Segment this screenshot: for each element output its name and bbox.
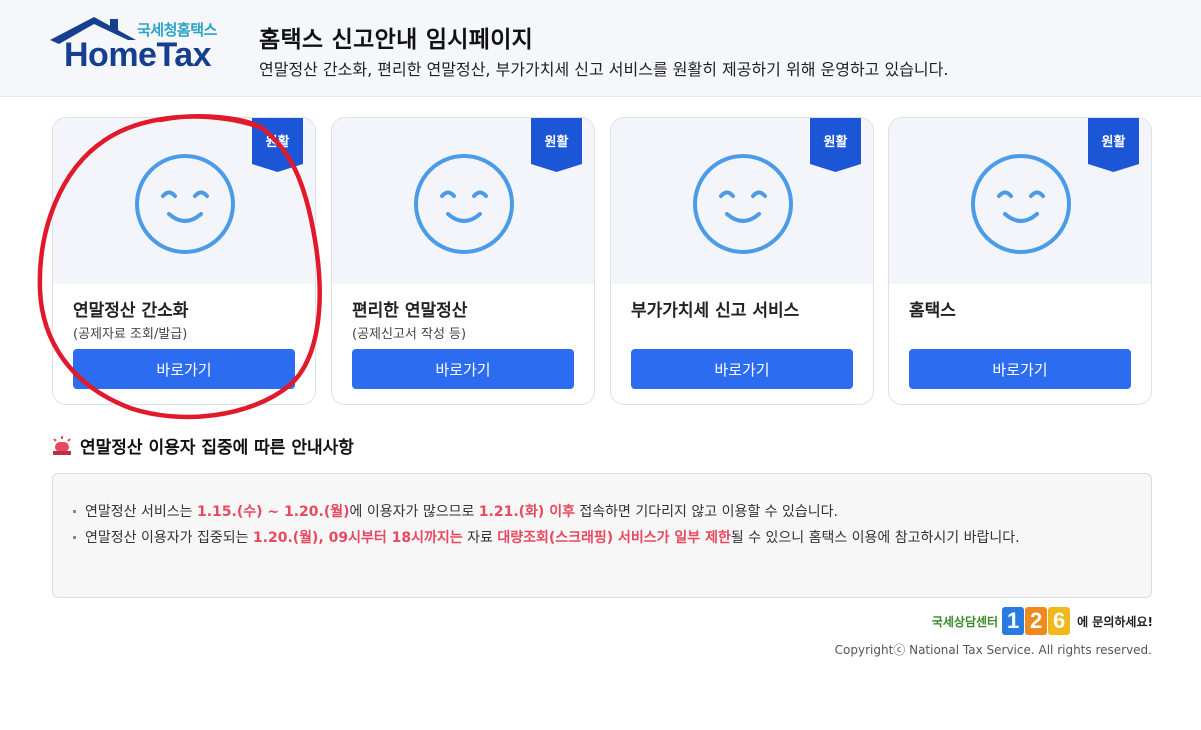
page-title: 홈택스 신고안내 임시페이지 (259, 27, 534, 53)
hometax-logo[interactable]: 국세청홈택스 HomeTax (50, 14, 222, 76)
contact-number: 1 2 6 (1002, 607, 1071, 635)
notice-text: 에 이용자가 많으므로 (349, 504, 479, 520)
smiley-face-icon (971, 154, 1071, 254)
card-subtitle: (공제신고서 작성 등) (352, 327, 467, 342)
notice-text: 될 수 있으니 홈택스 이용에 참고하시기 바랍니다. (730, 530, 1020, 546)
smiley-face-icon (693, 154, 793, 254)
page-description: 연말정산 간소화, 편리한 연말정산, 부가가치세 신고 서비스를 원활히 제공… (259, 60, 949, 79)
card-title: 편리한 연말정산 (352, 301, 468, 321)
status-badge-label: 원활 (823, 135, 848, 150)
page-header: 국세청홈택스 HomeTax 홈택스 신고안내 임시페이지 연말정산 간소화, … (0, 0, 1201, 97)
status-badge: 원활 (252, 118, 303, 172)
service-card-hometax: 원활 홈택스 바로가기 (888, 117, 1152, 405)
copyright: Copyrightⓒ National Tax Service. All rig… (834, 643, 1152, 657)
card-title: 홈택스 (909, 301, 956, 321)
status-badge-label: 원활 (265, 135, 290, 150)
go-button-simplified[interactable]: 바로가기 (73, 349, 295, 389)
siren-icon (53, 435, 71, 455)
status-badge-label: 원활 (544, 135, 569, 150)
contact-label: 국세상담센터 (931, 614, 999, 629)
contact-digit: 6 (1048, 607, 1071, 635)
notice-item: 연말정산 이용자가 집중되는 1.20.(월), 09시부터 18시까지는 자료… (73, 526, 1073, 550)
service-card-vat: 원활 부가가치세 신고 서비스 바로가기 (610, 117, 874, 405)
card-title: 부가가치세 신고 서비스 (631, 301, 800, 321)
notice-item: 연말정산 서비스는 1.15.(수) ~ 1.20.(월)에 이용자가 많으므로… (73, 500, 1131, 524)
notice-highlight: 1.21.(화) 이후 (478, 504, 575, 520)
notice-highlight: 1.15.(수) ~ 1.20.(월) (196, 504, 350, 520)
status-badge: 원활 (1088, 118, 1139, 172)
service-card-simplified: 원활 연말정산 간소화 (공제자료 조회/발급) 바로가기 (52, 117, 316, 405)
contact-center: 국세상담센터 1 2 6 에 문의하세요! (932, 607, 1153, 635)
contact-digit: 1 (1002, 607, 1025, 635)
smiley-face-icon (414, 154, 514, 254)
notice-highlight: 1.20.(월), 09시부터 18시까지는 (252, 530, 463, 546)
status-badge-label: 원활 (1101, 135, 1126, 150)
contact-text: 에 문의하세요! (1077, 614, 1153, 629)
notice-heading-text: 연말정산 이용자 집중에 따른 안내사항 (80, 438, 354, 458)
contact-digit: 2 (1025, 607, 1048, 635)
card-subtitle: (공제자료 조회/발급) (73, 327, 188, 342)
logo-wordmark: HomeTax (64, 36, 212, 74)
notice-text: 연말정산 서비스는 (85, 504, 197, 520)
notice-box: 연말정산 서비스는 1.15.(수) ~ 1.20.(월)에 이용자가 많으므로… (52, 473, 1152, 598)
go-button-hometax[interactable]: 바로가기 (909, 349, 1131, 389)
go-button-vat[interactable]: 바로가기 (631, 349, 853, 389)
notice-text: 접속하면 기다리지 않고 이용할 수 있습니다. (574, 504, 838, 520)
notice-text: 자료 (462, 530, 498, 546)
status-badge: 원활 (810, 118, 861, 172)
card-title: 연말정산 간소화 (73, 301, 189, 321)
go-button-convenient[interactable]: 바로가기 (352, 349, 574, 389)
smiley-face-icon (135, 154, 235, 254)
service-card-convenient: 원활 편리한 연말정산 (공제신고서 작성 등) 바로가기 (331, 117, 595, 405)
notice-text: 연말정산 이용자가 집중되는 (85, 530, 253, 546)
notice-heading: 연말정산 이용자 집중에 따른 안내사항 (52, 433, 354, 458)
notice-highlight: 대량조회(스크래핑) 서비스가 일부 제한 (497, 530, 731, 546)
status-badge: 원활 (531, 118, 582, 172)
